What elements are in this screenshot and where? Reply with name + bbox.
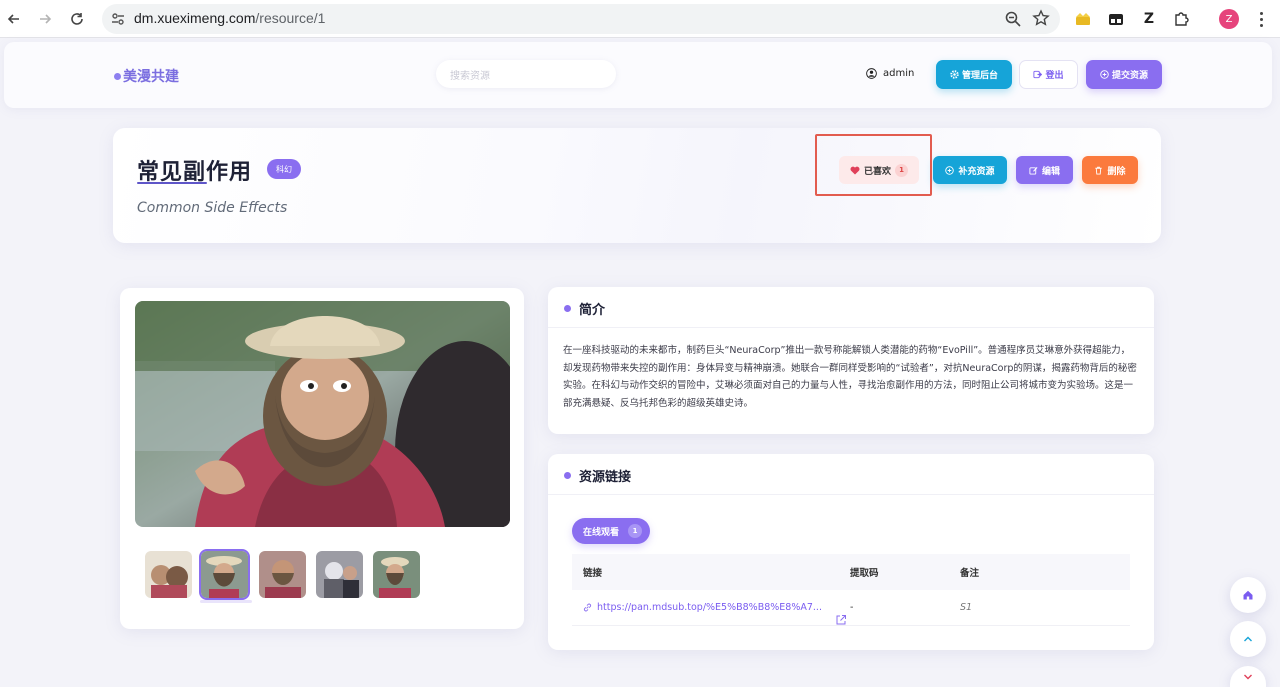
logo-text: 美漫共建 [123,69,179,85]
admin-panel-label: 管理后台 [961,71,998,81]
resource-links-card: 资源链接 在线观看 1 链接 提取码 备注 https://pan.mdsub.… [548,454,1154,650]
chevron-down-icon [1244,674,1252,679]
liked-button[interactable]: 已喜欢 1 [839,156,919,184]
links-heading-text: 资源链接 [579,470,632,485]
table-header: 链接 提取码 备注 [572,554,1130,590]
links-heading: 资源链接 [564,466,631,485]
table-row: https://pan.mdsub.top/%E5%B8%B8%E8%A7...… [572,590,1130,626]
browser-toolbar: dm.xueximeng.com/resource/1 Z Z [0,0,1280,38]
extension-tab-icon[interactable] [1106,9,1126,29]
bookmark-star-icon[interactable] [1032,9,1050,27]
thumbnail-1[interactable] [145,551,192,598]
supplement-label: 补充资源 [958,166,995,177]
intro-heading: 简介 [564,299,605,318]
home-icon [1243,590,1253,600]
thumbnail-2[interactable] [199,549,250,600]
scroll-bottom-button[interactable] [1230,666,1266,687]
column-header-note: 备注 [960,568,980,579]
resource-subtitle: Common Side Effects [137,200,288,216]
divider [548,327,1154,328]
delete-label: 删除 [1107,166,1126,177]
code-cell: - [850,602,854,613]
tab-count-badge: 1 [628,524,643,538]
trash-icon [1095,166,1103,175]
logout-label: 登出 [1045,71,1064,81]
forward-icon[interactable] [33,7,57,31]
column-header-code: 提取码 [850,568,879,579]
zoom-icon[interactable] [1004,10,1022,28]
resource-link[interactable]: https://pan.mdsub.top/%E5%B8%B8%E8%A7... [597,602,822,613]
liked-label: 已喜欢 [863,166,891,177]
username: admin [883,68,915,79]
link-cell[interactable]: https://pan.mdsub.top/%E5%B8%B8%E8%A7... [572,602,846,625]
plus-circle-icon [1100,70,1109,79]
note-cell: S1 [960,602,973,613]
browser-menu-icon[interactable] [1254,9,1268,29]
title-underline [137,182,207,184]
link-icon [583,603,592,612]
logo-dot-icon [114,72,121,80]
resource-title-card: 常见副作用 科幻 Common Side Effects 已喜欢 1 补充资源 … [113,128,1161,243]
user-icon [866,68,877,79]
intro-heading-text: 简介 [579,303,606,318]
thumbnail-3[interactable] [259,551,306,598]
chevron-up-icon [1244,636,1252,642]
thumbnail-4[interactable] [316,551,363,598]
column-header-link: 链接 [583,568,603,579]
extension-z-icon[interactable]: Z [1139,9,1159,29]
thumbnail-5[interactable] [373,551,420,598]
reload-icon[interactable] [65,7,89,31]
profile-avatar[interactable]: Z [1219,9,1239,29]
address-bar[interactable]: dm.xueximeng.com/resource/1 [102,4,1060,34]
back-icon[interactable] [2,7,26,31]
site-header: 美漫共建 搜索资源 admin 管理后台 登出 提交资源 [4,42,1272,108]
edit-label: 编辑 [1041,166,1060,177]
like-count-badge: 1 [895,163,908,177]
tab-label: 在线观看 [583,527,620,538]
logout-icon [1033,70,1043,79]
external-link-icon[interactable] [835,614,847,626]
intro-card: 简介 在一座科技驱动的未来都市，制药巨头“NeuraCorp”推出一款号称能解锁… [548,287,1154,434]
thumbnail-scrollbar[interactable] [200,600,252,603]
site-logo[interactable]: 美漫共建 [114,66,179,86]
section-dot-icon [564,305,571,312]
plus-circle-icon [945,165,955,175]
submit-resource-label: 提交资源 [1111,71,1148,81]
gear-icon [950,70,959,79]
floating-home-button[interactable] [1230,577,1266,613]
intro-text: 在一座科技驱动的未来都市，制药巨头“NeuraCorp”推出一款号称能解锁人类潜… [563,345,1137,409]
links-table: 链接 提取码 备注 https://pan.mdsub.top/%E5%B8%B… [572,554,1130,626]
supplement-resource-button[interactable]: 补充资源 [933,156,1007,184]
extensions-puzzle-icon[interactable] [1171,9,1191,29]
image-gallery-card [120,288,524,629]
heart-icon [850,166,860,174]
delete-button[interactable]: 删除 [1082,156,1138,184]
search-input[interactable]: 搜索资源 [436,60,616,88]
edit-icon [1029,166,1038,175]
edit-button[interactable]: 编辑 [1016,156,1073,184]
cover-image[interactable] [135,301,510,527]
admin-panel-button[interactable]: 管理后台 [936,60,1012,89]
logout-button[interactable]: 登出 [1019,60,1078,89]
scroll-top-button[interactable] [1230,621,1266,657]
url-text[interactable]: dm.xueximeng.com/resource/1 [134,10,325,26]
tab-online-watch[interactable]: 在线观看 1 [572,518,651,544]
user-menu[interactable]: admin [866,68,914,79]
genre-tag[interactable]: 科幻 [267,159,301,179]
site-settings-icon[interactable] [110,11,126,27]
section-dot-icon [564,472,571,479]
divider [548,494,1154,495]
submit-resource-button[interactable]: 提交资源 [1086,60,1162,89]
extension-crown-icon[interactable] [1073,9,1093,29]
